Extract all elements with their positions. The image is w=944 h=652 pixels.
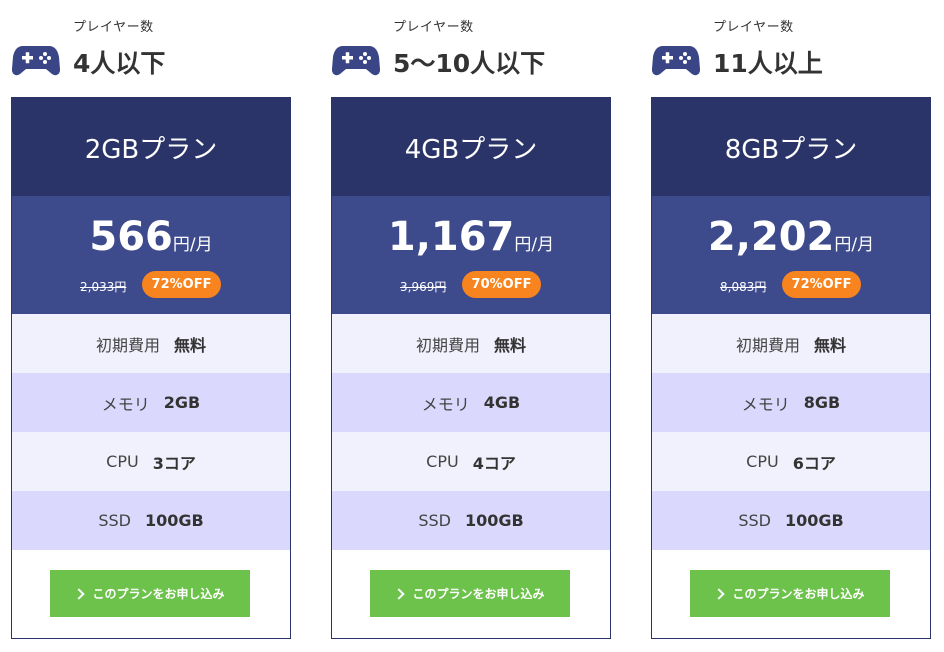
spec-label: CPU: [426, 452, 459, 471]
plan-list: プレイヤー数 4人以下 2GBプラン 566円/月 2,033円 72%OFF: [0, 0, 944, 652]
price-box: 566円/月 2,033円 72%OFF: [12, 196, 290, 314]
regular-price: 8,083円: [720, 280, 767, 294]
spec-value: 100GB: [784, 511, 844, 530]
spec-row-cpu: CPU 4コア: [332, 432, 610, 491]
apply-button[interactable]: このプランをお申し込み: [50, 570, 250, 617]
apply-button[interactable]: このプランをお申し込み: [370, 570, 570, 617]
plan-column-4gb: プレイヤー数 5〜10人以下 4GBプラン 1,167円/月 3,969円 70…: [331, 0, 611, 639]
spec-value: 2GB: [163, 393, 201, 412]
spec-value: 100GB: [464, 511, 524, 530]
apply-button-label: このプランをお申し込み: [732, 587, 865, 601]
plan-column-8gb: プレイヤー数 11人以上 8GBプラン 2,202円/月 8,083円 72%O…: [651, 0, 931, 639]
plan-name: 4GBプラン: [332, 98, 610, 196]
discount-badge: 72%OFF: [142, 271, 221, 298]
players-header: プレイヤー数 4人以下: [11, 0, 291, 97]
price-box: 2,202円/月 8,083円 72%OFF: [652, 196, 930, 314]
spec-value: 無料: [494, 335, 527, 355]
spec-label: 初期費用: [735, 335, 800, 355]
plan-name: 8GBプラン: [652, 98, 930, 196]
gamepad-icon: [331, 46, 381, 76]
monthly-price: 566: [89, 214, 173, 260]
spec-value: 100GB: [144, 511, 204, 530]
monthly-price: 2,202: [707, 214, 835, 260]
plan-name: 2GBプラン: [12, 98, 290, 196]
discount-badge: 70%OFF: [462, 271, 541, 298]
spec-row-ssd: SSD 100GB: [332, 491, 610, 550]
spec-row-ssd: SSD 100GB: [12, 491, 290, 550]
spec-label: メモリ: [101, 394, 150, 414]
spec-row-memory: メモリ 4GB: [332, 373, 610, 432]
spec-label: SSD: [418, 511, 451, 530]
spec-label: SSD: [98, 511, 131, 530]
price-unit: 円/月: [834, 235, 875, 255]
spec-row-initial-fee: 初期費用 無料: [332, 314, 610, 373]
spec-row-initial-fee: 初期費用 無料: [652, 314, 930, 373]
spec-row-ssd: SSD 100GB: [652, 491, 930, 550]
spec-label: メモリ: [421, 394, 470, 414]
apply-button-label: このプランをお申し込み: [412, 587, 545, 601]
spec-row-cpu: CPU 6コア: [652, 432, 930, 491]
spec-label: SSD: [738, 511, 771, 530]
spec-label: 初期費用: [415, 335, 480, 355]
price-line: 2,202円/月: [652, 214, 930, 260]
monthly-price: 1,167: [387, 214, 515, 260]
apply-area: このプランをお申し込み: [12, 550, 290, 638]
chevron-right-icon: [73, 588, 86, 600]
apply-area: このプランをお申し込み: [332, 550, 610, 638]
players-caption: プレイヤー数: [393, 20, 474, 35]
spec-value: 4コア: [472, 453, 516, 473]
gamepad-icon: [651, 46, 701, 76]
players-caption: プレイヤー数: [713, 20, 794, 35]
spec-value: 8GB: [803, 393, 841, 412]
spec-value: 無料: [174, 335, 207, 355]
plan-card: 2GBプラン 566円/月 2,033円 72%OFF 初期費用 無料 メモリ …: [11, 97, 291, 639]
players-count: 11人以上: [713, 49, 823, 78]
plan-card: 4GBプラン 1,167円/月 3,969円 70%OFF 初期費用 無料 メモ…: [331, 97, 611, 639]
gamepad-icon: [11, 46, 61, 76]
players-count: 4人以下: [73, 49, 166, 78]
apply-area: このプランをお申し込み: [652, 550, 930, 638]
spec-label: CPU: [746, 452, 779, 471]
apply-button-label: このプランをお申し込み: [92, 587, 225, 601]
plan-card: 8GBプラン 2,202円/月 8,083円 72%OFF 初期費用 無料 メモ…: [651, 97, 931, 639]
price-line: 566円/月: [12, 214, 290, 260]
spec-value: 無料: [814, 335, 847, 355]
price-unit: 円/月: [514, 235, 555, 255]
spec-label: メモリ: [741, 394, 790, 414]
players-header: プレイヤー数 5〜10人以下: [331, 0, 611, 97]
spec-row-cpu: CPU 3コア: [12, 432, 290, 491]
spec-row-memory: メモリ 8GB: [652, 373, 930, 432]
price-line: 1,167円/月: [332, 214, 610, 260]
price-box: 1,167円/月 3,969円 70%OFF: [332, 196, 610, 314]
spec-value: 6コア: [792, 453, 836, 473]
regular-price: 3,969円: [400, 280, 447, 294]
players-caption: プレイヤー数: [73, 20, 154, 35]
spec-row-memory: メモリ 2GB: [12, 373, 290, 432]
spec-value: 3コア: [152, 453, 196, 473]
regular-price: 2,033円: [80, 280, 127, 294]
plan-column-2gb: プレイヤー数 4人以下 2GBプラン 566円/月 2,033円 72%OFF: [11, 0, 291, 639]
spec-label: CPU: [106, 452, 139, 471]
spec-row-initial-fee: 初期費用 無料: [12, 314, 290, 373]
chevron-right-icon: [393, 588, 406, 600]
spec-value: 4GB: [483, 393, 521, 412]
spec-label: 初期費用: [95, 335, 160, 355]
discount-badge: 72%OFF: [782, 271, 861, 298]
apply-button[interactable]: このプランをお申し込み: [690, 570, 890, 617]
chevron-right-icon: [713, 588, 726, 600]
price-unit: 円/月: [172, 235, 213, 255]
players-header: プレイヤー数 11人以上: [651, 0, 931, 97]
players-count: 5〜10人以下: [393, 49, 546, 78]
